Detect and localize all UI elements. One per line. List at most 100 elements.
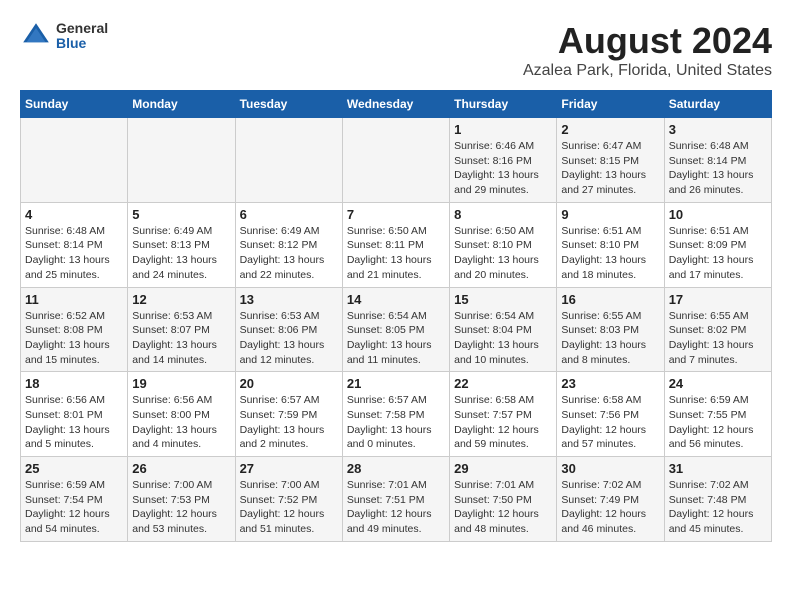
calendar-cell: 30 Sunrise: 7:02 AM Sunset: 7:49 PM Dayli… <box>557 457 664 542</box>
day-number: 16 <box>561 292 659 307</box>
day-number: 22 <box>454 376 552 391</box>
day-number: 1 <box>454 122 552 137</box>
day-number: 3 <box>669 122 767 137</box>
col-header-tuesday: Tuesday <box>235 91 342 118</box>
day-number: 4 <box>25 207 123 222</box>
calendar-cell: 3 Sunrise: 6:48 AM Sunset: 8:14 PM Daylig… <box>664 118 771 203</box>
calendar-cell: 26 Sunrise: 7:00 AM Sunset: 7:53 PM Dayli… <box>128 457 235 542</box>
day-number: 23 <box>561 376 659 391</box>
title-block: August 2024 Azalea Park, Florida, United… <box>523 20 772 80</box>
day-number: 12 <box>132 292 230 307</box>
col-header-monday: Monday <box>128 91 235 118</box>
day-info: Sunrise: 6:53 AM Sunset: 8:06 PM Dayligh… <box>240 309 338 368</box>
calendar-cell <box>128 118 235 203</box>
calendar-cell <box>21 118 128 203</box>
calendar-cell: 17 Sunrise: 6:55 AM Sunset: 8:02 PM Dayli… <box>664 287 771 372</box>
day-number: 31 <box>669 461 767 476</box>
day-info: Sunrise: 6:55 AM Sunset: 8:02 PM Dayligh… <box>669 309 767 368</box>
page-header: General Blue August 2024 Azalea Park, Fl… <box>20 20 772 80</box>
day-number: 7 <box>347 207 445 222</box>
day-info: Sunrise: 6:50 AM Sunset: 8:11 PM Dayligh… <box>347 224 445 283</box>
day-info: Sunrise: 6:54 AM Sunset: 8:04 PM Dayligh… <box>454 309 552 368</box>
col-header-wednesday: Wednesday <box>342 91 449 118</box>
col-header-saturday: Saturday <box>664 91 771 118</box>
calendar-cell: 7 Sunrise: 6:50 AM Sunset: 8:11 PM Daylig… <box>342 202 449 287</box>
day-number: 19 <box>132 376 230 391</box>
day-info: Sunrise: 7:01 AM Sunset: 7:51 PM Dayligh… <box>347 478 445 537</box>
page-subtitle: Azalea Park, Florida, United States <box>523 62 772 80</box>
day-info: Sunrise: 6:53 AM Sunset: 8:07 PM Dayligh… <box>132 309 230 368</box>
calendar-cell: 21 Sunrise: 6:57 AM Sunset: 7:58 PM Dayli… <box>342 372 449 457</box>
calendar-cell: 20Sunrise: 6:57 AM Sunset: 7:59 PM Dayli… <box>235 372 342 457</box>
calendar-cell: 8Sunrise: 6:50 AM Sunset: 8:10 PM Daylig… <box>450 202 557 287</box>
day-number: 15 <box>454 292 552 307</box>
day-number: 30 <box>561 461 659 476</box>
calendar-cell: 9 Sunrise: 6:51 AM Sunset: 8:10 PM Daylig… <box>557 202 664 287</box>
day-info: Sunrise: 7:02 AM Sunset: 7:48 PM Dayligh… <box>669 478 767 537</box>
logo-blue: Blue <box>56 36 108 51</box>
calendar-cell: 4 Sunrise: 6:48 AM Sunset: 8:14 PM Daylig… <box>21 202 128 287</box>
day-info: Sunrise: 6:59 AM Sunset: 7:55 PM Dayligh… <box>669 393 767 452</box>
logo-text: General Blue <box>56 21 108 52</box>
day-info: Sunrise: 6:56 AM Sunset: 8:00 PM Dayligh… <box>132 393 230 452</box>
day-number: 26 <box>132 461 230 476</box>
col-header-sunday: Sunday <box>21 91 128 118</box>
day-info: Sunrise: 7:01 AM Sunset: 7:50 PM Dayligh… <box>454 478 552 537</box>
calendar-cell: 19 Sunrise: 6:56 AM Sunset: 8:00 PM Dayli… <box>128 372 235 457</box>
day-info: Sunrise: 6:50 AM Sunset: 8:10 PM Dayligh… <box>454 224 552 283</box>
day-number: 21 <box>347 376 445 391</box>
calendar-week-2: 4 Sunrise: 6:48 AM Sunset: 8:14 PM Daylig… <box>21 202 772 287</box>
calendar-cell: 13 Sunrise: 6:53 AM Sunset: 8:06 PM Dayli… <box>235 287 342 372</box>
day-number: 5 <box>132 207 230 222</box>
day-number: 13 <box>240 292 338 307</box>
day-info: Sunrise: 6:49 AM Sunset: 8:13 PM Dayligh… <box>132 224 230 283</box>
calendar-cell: 11Sunrise: 6:52 AM Sunset: 8:08 PM Dayli… <box>21 287 128 372</box>
logo-icon <box>20 20 52 52</box>
day-number: 2 <box>561 122 659 137</box>
day-info: Sunrise: 7:00 AM Sunset: 7:52 PM Dayligh… <box>240 478 338 537</box>
calendar-cell: 1 Sunrise: 6:46 AM Sunset: 8:16 PM Daylig… <box>450 118 557 203</box>
calendar-header-row: SundayMondayTuesdayWednesdayThursdayFrid… <box>21 91 772 118</box>
page-title: August 2024 <box>523 20 772 62</box>
day-info: Sunrise: 6:49 AM Sunset: 8:12 PM Dayligh… <box>240 224 338 283</box>
day-info: Sunrise: 6:51 AM Sunset: 8:09 PM Dayligh… <box>669 224 767 283</box>
day-info: Sunrise: 6:56 AM Sunset: 8:01 PM Dayligh… <box>25 393 123 452</box>
day-info: Sunrise: 6:54 AM Sunset: 8:05 PM Dayligh… <box>347 309 445 368</box>
calendar-cell: 16Sunrise: 6:55 AM Sunset: 8:03 PM Dayli… <box>557 287 664 372</box>
day-number: 9 <box>561 207 659 222</box>
calendar-cell: 25Sunrise: 6:59 AM Sunset: 7:54 PM Dayli… <box>21 457 128 542</box>
calendar-cell: 22 Sunrise: 6:58 AM Sunset: 7:57 PM Dayli… <box>450 372 557 457</box>
day-number: 18 <box>25 376 123 391</box>
day-info: Sunrise: 6:48 AM Sunset: 8:14 PM Dayligh… <box>25 224 123 283</box>
logo-general: General <box>56 21 108 36</box>
calendar-cell: 27Sunrise: 7:00 AM Sunset: 7:52 PM Dayli… <box>235 457 342 542</box>
day-number: 29 <box>454 461 552 476</box>
calendar-cell: 23Sunrise: 6:58 AM Sunset: 7:56 PM Dayli… <box>557 372 664 457</box>
calendar-table: SundayMondayTuesdayWednesdayThursdayFrid… <box>20 90 772 542</box>
calendar-cell: 14 Sunrise: 6:54 AM Sunset: 8:05 PM Dayli… <box>342 287 449 372</box>
calendar-week-3: 11Sunrise: 6:52 AM Sunset: 8:08 PM Dayli… <box>21 287 772 372</box>
day-info: Sunrise: 7:02 AM Sunset: 7:49 PM Dayligh… <box>561 478 659 537</box>
calendar-cell: 2 Sunrise: 6:47 AM Sunset: 8:15 PM Daylig… <box>557 118 664 203</box>
day-number: 25 <box>25 461 123 476</box>
day-info: Sunrise: 7:00 AM Sunset: 7:53 PM Dayligh… <box>132 478 230 537</box>
calendar-cell: 24Sunrise: 6:59 AM Sunset: 7:55 PM Dayli… <box>664 372 771 457</box>
calendar-week-5: 25Sunrise: 6:59 AM Sunset: 7:54 PM Dayli… <box>21 457 772 542</box>
col-header-friday: Friday <box>557 91 664 118</box>
day-info: Sunrise: 6:47 AM Sunset: 8:15 PM Dayligh… <box>561 139 659 198</box>
day-number: 20 <box>240 376 338 391</box>
day-info: Sunrise: 6:57 AM Sunset: 7:58 PM Dayligh… <box>347 393 445 452</box>
day-number: 14 <box>347 292 445 307</box>
calendar-cell: 5 Sunrise: 6:49 AM Sunset: 8:13 PM Daylig… <box>128 202 235 287</box>
day-info: Sunrise: 6:52 AM Sunset: 8:08 PM Dayligh… <box>25 309 123 368</box>
calendar-cell: 31 Sunrise: 7:02 AM Sunset: 7:48 PM Dayli… <box>664 457 771 542</box>
day-info: Sunrise: 6:58 AM Sunset: 7:57 PM Dayligh… <box>454 393 552 452</box>
day-info: Sunrise: 6:46 AM Sunset: 8:16 PM Dayligh… <box>454 139 552 198</box>
col-header-thursday: Thursday <box>450 91 557 118</box>
calendar-cell <box>235 118 342 203</box>
day-number: 17 <box>669 292 767 307</box>
day-info: Sunrise: 6:48 AM Sunset: 8:14 PM Dayligh… <box>669 139 767 198</box>
calendar-week-1: 1 Sunrise: 6:46 AM Sunset: 8:16 PM Daylig… <box>21 118 772 203</box>
day-info: Sunrise: 6:51 AM Sunset: 8:10 PM Dayligh… <box>561 224 659 283</box>
calendar-cell: 15 Sunrise: 6:54 AM Sunset: 8:04 PM Dayli… <box>450 287 557 372</box>
